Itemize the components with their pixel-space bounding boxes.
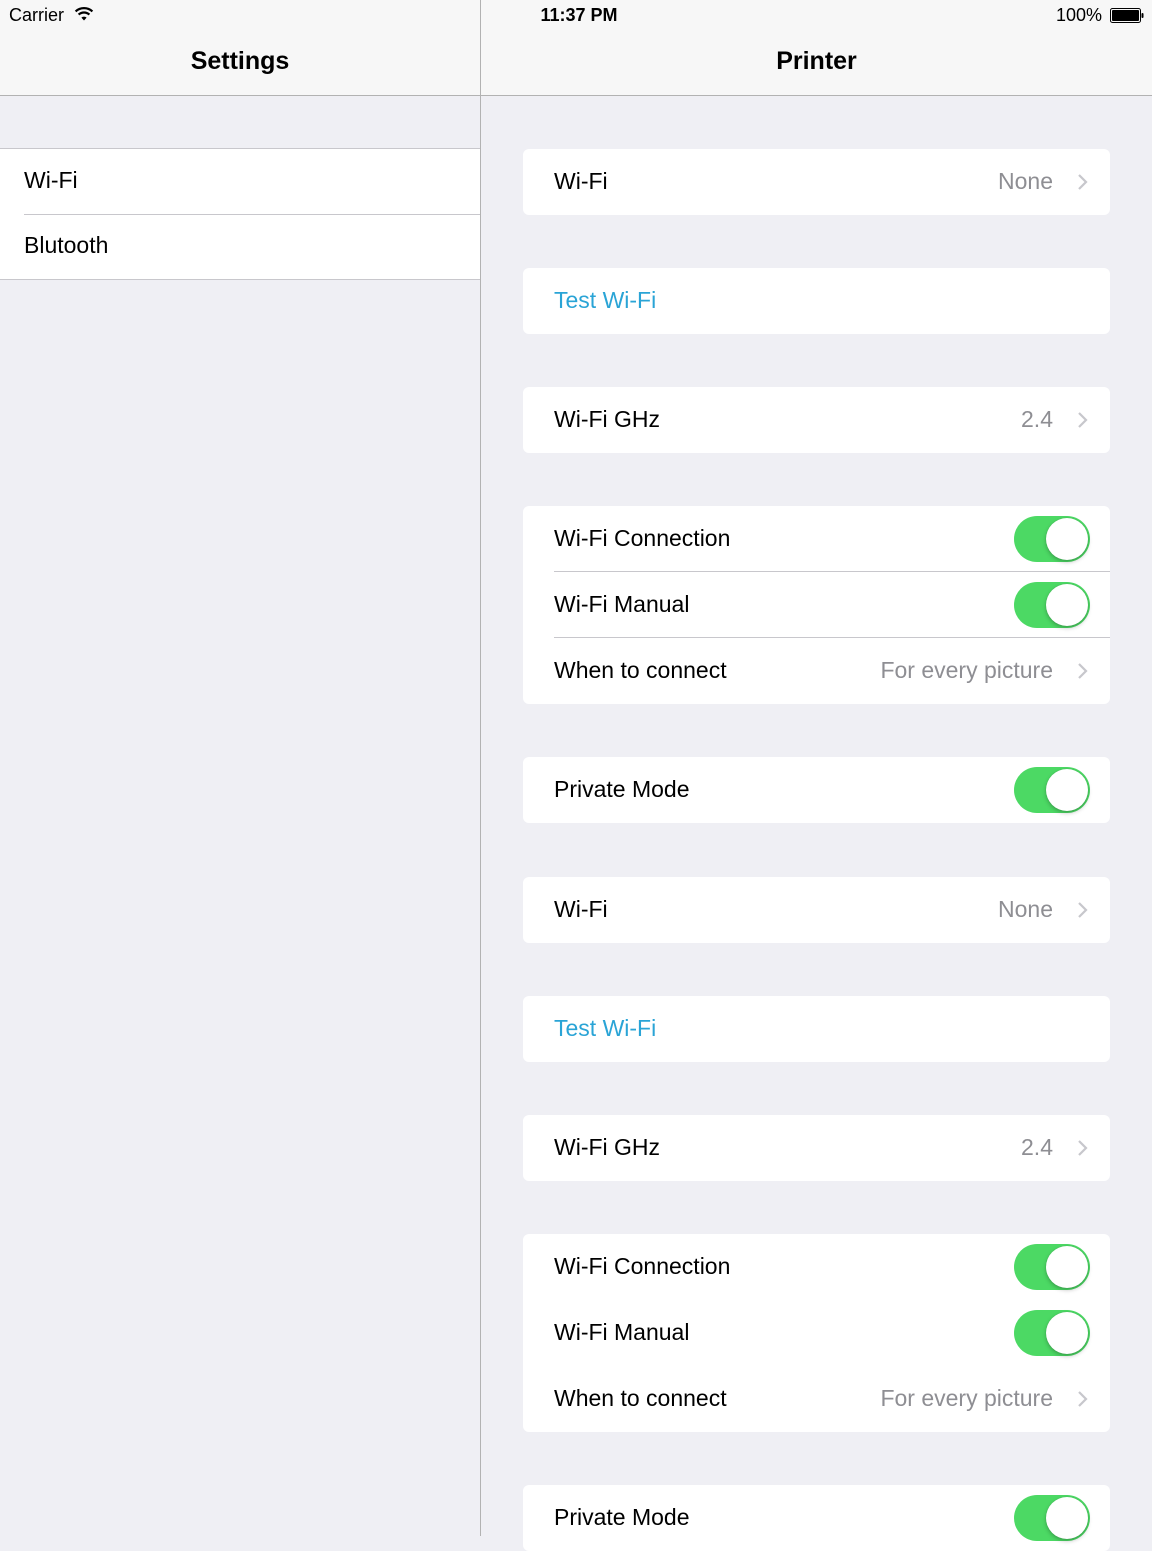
wifi-connection-toggle[interactable] bbox=[1014, 516, 1090, 562]
private-mode-toggle[interactable] bbox=[1014, 1495, 1090, 1541]
chevron-right-icon bbox=[1078, 412, 1088, 428]
master-item-label: Blutooth bbox=[24, 232, 109, 258]
master-title: Settings bbox=[190, 47, 290, 75]
master-pane: Settings Wi-Fi Blutooth bbox=[0, 0, 480, 1536]
chevron-right-icon bbox=[1078, 902, 1088, 918]
wifi-ghz-label: Wi-Fi GHz bbox=[554, 1134, 661, 1160]
when-to-connect-label: When to connect bbox=[554, 1385, 727, 1411]
connection-card: Wi-Fi Connection Wi-Fi Manual When to co… bbox=[523, 506, 1110, 704]
when-to-connect-value: For every picture bbox=[880, 657, 1053, 683]
detail-pane: Wi-Fi None Test Wi-Fi Wi-Fi GHz 2.4 Wi-F… bbox=[481, 96, 1152, 1551]
status-time: 11:37 PM bbox=[540, 5, 618, 25]
master-item-bluetooth[interactable]: Blutooth bbox=[0, 214, 480, 279]
status-bar: Carrier 11:37 PM 100% bbox=[0, 0, 1152, 32]
wifi-value: None bbox=[998, 896, 1053, 922]
wifi-manual-label: Wi-Fi Manual bbox=[554, 591, 690, 617]
split-divider bbox=[480, 0, 481, 1536]
wifi-connection-toggle[interactable] bbox=[1014, 1244, 1090, 1290]
toggle-knob bbox=[1046, 1246, 1088, 1288]
chevron-right-icon bbox=[1078, 174, 1088, 190]
wifi-ghz-row[interactable]: Wi-Fi GHz 2.4 bbox=[523, 387, 1110, 453]
chevron-right-icon bbox=[1078, 663, 1088, 679]
master-item-label: Wi-Fi bbox=[24, 167, 78, 193]
toggle-knob bbox=[1046, 518, 1088, 560]
detail-title: Printer bbox=[776, 47, 857, 75]
wifi-connection-row-2: Wi-Fi Connection bbox=[523, 1234, 1110, 1300]
wifi-manual-toggle[interactable] bbox=[1014, 582, 1090, 628]
private-mode-row: Private Mode bbox=[523, 757, 1110, 823]
ghz-card: Wi-Fi GHz 2.4 bbox=[523, 387, 1110, 453]
test-wifi-button[interactable]: Test Wi-Fi bbox=[523, 268, 1110, 334]
toggle-knob bbox=[1046, 769, 1088, 811]
wifi-ghz-label: Wi-Fi GHz bbox=[554, 406, 661, 432]
master-list: Wi-Fi Blutooth bbox=[0, 148, 480, 280]
wifi-ghz-value: 2.4 bbox=[1021, 1134, 1053, 1160]
battery-icon bbox=[1110, 8, 1144, 23]
ghz-card-2: Wi-Fi GHz 2.4 bbox=[523, 1115, 1110, 1181]
test-wifi-button-2[interactable]: Test Wi-Fi bbox=[523, 996, 1110, 1062]
chevron-right-icon bbox=[1078, 1391, 1088, 1407]
wifi-connection-label: Wi-Fi Connection bbox=[554, 1253, 731, 1279]
wifi-connection-label: Wi-Fi Connection bbox=[554, 525, 731, 551]
toggle-knob bbox=[1046, 1312, 1088, 1354]
private-mode-card: Private Mode bbox=[523, 757, 1110, 823]
chevron-right-icon bbox=[1078, 1140, 1088, 1156]
wifi-ghz-row-2[interactable]: Wi-Fi GHz 2.4 bbox=[523, 1115, 1110, 1181]
wifi-manual-row-2: Wi-Fi Manual bbox=[523, 1300, 1110, 1366]
wifi-label: Wi-Fi bbox=[554, 168, 608, 194]
master-item-wifi[interactable]: Wi-Fi bbox=[0, 149, 480, 214]
test-wifi-label: Test Wi-Fi bbox=[554, 1015, 657, 1041]
wifi-card: Wi-Fi None bbox=[523, 149, 1110, 215]
battery-percent: 100% bbox=[1055, 5, 1102, 25]
private-mode-label: Private Mode bbox=[554, 776, 690, 802]
test-wifi-card: Test Wi-Fi bbox=[523, 268, 1110, 334]
when-to-connect-row[interactable]: When to connect For every picture bbox=[523, 638, 1110, 704]
toggle-knob bbox=[1046, 584, 1088, 626]
test-wifi-label: Test Wi-Fi bbox=[554, 287, 657, 313]
when-to-connect-label: When to connect bbox=[554, 657, 727, 683]
private-mode-toggle[interactable] bbox=[1014, 767, 1090, 813]
private-mode-label: Private Mode bbox=[554, 1504, 690, 1530]
wifi-value: None bbox=[998, 168, 1053, 194]
wifi-card-2: Wi-Fi None bbox=[523, 877, 1110, 943]
when-to-connect-row-2[interactable]: When to connect For every picture bbox=[523, 1366, 1110, 1432]
wifi-manual-toggle[interactable] bbox=[1014, 1310, 1090, 1356]
wifi-row-2[interactable]: Wi-Fi None bbox=[523, 877, 1110, 943]
private-mode-card-2: Private Mode bbox=[523, 1485, 1110, 1551]
test-wifi-card-2: Test Wi-Fi bbox=[523, 996, 1110, 1062]
wifi-ghz-value: 2.4 bbox=[1021, 406, 1053, 432]
wifi-manual-row: Wi-Fi Manual bbox=[523, 572, 1110, 638]
wifi-label: Wi-Fi bbox=[554, 896, 608, 922]
when-to-connect-value: For every picture bbox=[880, 1385, 1053, 1411]
wifi-connection-row: Wi-Fi Connection bbox=[523, 506, 1110, 572]
wifi-manual-label: Wi-Fi Manual bbox=[554, 1319, 690, 1345]
private-mode-row-2: Private Mode bbox=[523, 1485, 1110, 1551]
connection-card-2: Wi-Fi Connection Wi-Fi Manual When to co… bbox=[523, 1234, 1110, 1432]
wifi-row[interactable]: Wi-Fi None bbox=[523, 149, 1110, 215]
toggle-knob bbox=[1046, 1497, 1088, 1539]
